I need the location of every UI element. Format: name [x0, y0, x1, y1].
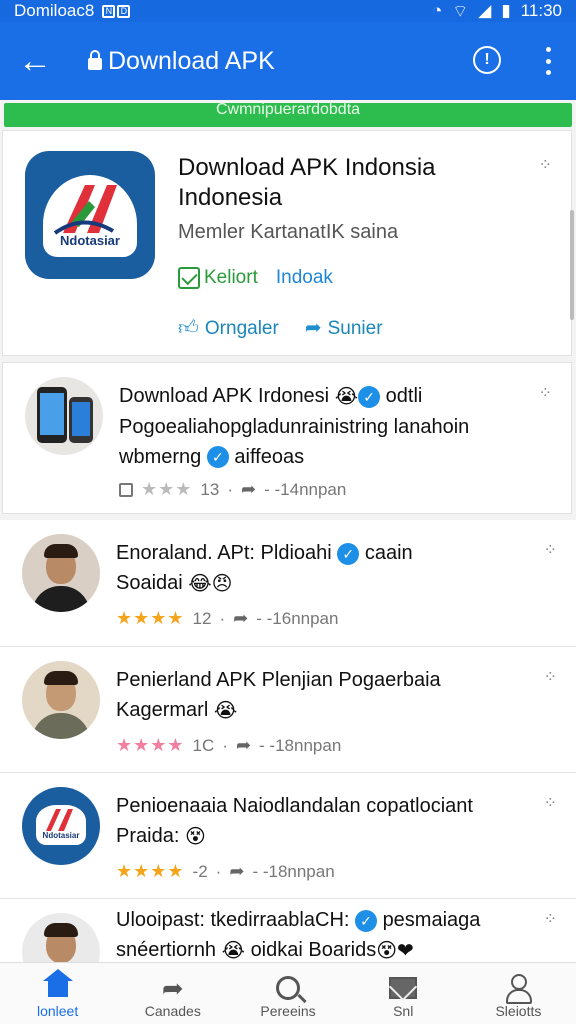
signal-icon: ◢: [478, 1, 492, 20]
wifi-icon: ⌔: [452, 1, 469, 21]
avatar: Ndotasiar: [22, 787, 100, 865]
battery-icon: ▮: [501, 1, 511, 20]
carrier-label: Domiloac8: [14, 1, 95, 20]
emoji-icon: 😵: [184, 825, 206, 848]
emoji-icon: 😵❤: [376, 939, 414, 962]
info-icon[interactable]: !: [473, 46, 501, 74]
more-options-icon[interactable]: [536, 44, 560, 78]
emoji-icon: 😂😠: [188, 572, 233, 595]
like-button[interactable]: 👍︎ Orngaler: [178, 316, 279, 340]
emoji-icon: 😭: [334, 385, 359, 408]
post-meta: ★★★ 13 · ➦ - -14nnpan: [119, 479, 346, 500]
notification-icons: ND: [102, 4, 131, 18]
mail-icon: [387, 973, 419, 1003]
app-bar-title-text: Download APK: [108, 46, 275, 75]
post-text: Penierland APK Plenjian Pogaerbaia Kager…: [116, 665, 526, 726]
avatar: [22, 661, 100, 739]
app-subtitle: Memler KartanatIK saina: [178, 221, 399, 243]
nav-search-label: Pereeins: [260, 1003, 316, 1019]
list-item[interactable]: Ulooipast: tkedirraablaCH: ✓ pesmaiaga s…: [0, 898, 576, 962]
share-arrow-icon: ➦: [241, 479, 257, 499]
share-arrow-icon: ➦: [304, 317, 322, 339]
clock-time: 11:30: [520, 1, 562, 20]
verified-icon: ✓: [355, 909, 377, 932]
rating-stars: ★★★★: [116, 735, 185, 755]
home-icon: [42, 969, 74, 1003]
post-meta: ★★★★ -2 · ➦ - -18nnpan: [116, 861, 335, 881]
nav-search[interactable]: Pereeins: [230, 963, 345, 1024]
post-more-icon[interactable]: ⁘: [544, 793, 558, 813]
share-arrow-icon: ➦: [233, 608, 249, 628]
scrollbar[interactable]: [570, 210, 574, 320]
kelport-button[interactable]: Keliort: [178, 267, 258, 289]
nav-mail[interactable]: Snl: [346, 963, 461, 1024]
post-more-icon[interactable]: ⁘: [544, 540, 558, 560]
rating-stars: ★★★: [141, 479, 193, 499]
search-icon: [272, 973, 304, 1003]
status-bar: Domiloac8 ND ◔ ⌔ ◢ ▮ 11:30: [0, 0, 576, 22]
profile-icon: [502, 973, 534, 1004]
verified-icon: ✓: [337, 542, 360, 565]
app-logo: Ndotasiar: [25, 151, 155, 279]
list-item[interactable]: Enoraland. APt: Pldioahi ✓ caain Soaidai…: [0, 520, 576, 646]
share-button[interactable]: ➦ Sunier: [305, 315, 383, 340]
post-more-icon[interactable]: ⁘: [544, 909, 558, 929]
alarm-icon: ◔: [432, 1, 443, 20]
nav-share[interactable]: ➦ Canades: [115, 963, 230, 1024]
emoji-icon: 😭: [213, 699, 238, 722]
checkbox-icon: [119, 482, 133, 497]
card-more-icon[interactable]: ⁘: [539, 155, 553, 175]
nav-mail-label: Snl: [393, 1003, 414, 1019]
share-arrow-icon: ➦: [229, 861, 245, 881]
bottom-nav: lonleet ➦ Canades Pereeins Snl Sleiotts: [0, 962, 576, 1024]
like-label: Orngaler: [204, 317, 279, 339]
indoak-link[interactable]: Indoak: [276, 267, 333, 289]
verified-icon: ✓: [358, 385, 381, 408]
thumbs-up-icon: 👍︎: [178, 316, 199, 339]
logo-text: Ndotasiar: [60, 233, 120, 248]
share-arrow-icon: ➦: [235, 735, 252, 755]
avatar: [25, 377, 103, 455]
nav-home[interactable]: lonleet: [0, 963, 115, 1024]
app-card[interactable]: Ndotasiar Download APK Indonsia Indonesi…: [2, 130, 572, 356]
nav-profile-label: Sleiotts: [495, 1003, 542, 1019]
post-text: Download APK Irdonesi 😭 ✓ odtli Pogoealia…: [119, 381, 529, 472]
green-banner: Cwmnipuerardobdta: [4, 103, 572, 127]
avatar: [22, 534, 100, 612]
list-item[interactable]: Penierland APK Plenjian Pogaerbaia Kager…: [0, 646, 576, 772]
back-arrow-icon[interactable]: ←: [0, 22, 70, 100]
nav-profile[interactable]: Sleiotts: [461, 963, 576, 1024]
kelport-label: Keliort: [204, 267, 258, 288]
check-icon: [178, 267, 200, 289]
app-title: Download APK Indonsia Indonesia: [178, 154, 436, 211]
post-more-icon[interactable]: ⁘: [544, 667, 558, 687]
app-bar-title: Download APK: [88, 47, 275, 76]
app-bar: ← Download APK !: [0, 22, 576, 100]
list-item[interactable]: Download APK Irdonesi 😭 ✓ odtli Pogoealia…: [2, 362, 572, 514]
list-item[interactable]: Ndotasiar Penioenaaia Naiodlandalan copa…: [0, 772, 576, 898]
post-text: Enoraland. APt: Pldioahi ✓ caain Soaidai…: [116, 538, 526, 599]
post-meta: ★★★★ 1C · ➦ - -18nnpan: [116, 735, 342, 755]
post-text: Ulooipast: tkedirraablaCH: ✓ pesmaiaga s…: [116, 905, 526, 962]
emoji-icon: 😭: [221, 939, 245, 962]
nav-home-label: lonleet: [36, 1003, 79, 1019]
post-text: Penioenaaia Naiodlandalan copatlociant P…: [116, 791, 526, 852]
post-more-icon[interactable]: ⁘: [539, 383, 553, 403]
lock-icon: [88, 50, 102, 70]
rating-stars: ★★★★: [116, 861, 185, 881]
avatar: [22, 913, 100, 962]
nav-share-label: Canades: [144, 1003, 201, 1019]
rating-stars: ★★★★: [116, 608, 185, 628]
share-label: Sunier: [327, 318, 383, 339]
verified-icon: ✓: [206, 446, 229, 469]
post-meta: ★★★★ 12 · ➦ - -16nnpan: [116, 608, 339, 628]
share-arrow-icon: ➦: [161, 972, 184, 1003]
